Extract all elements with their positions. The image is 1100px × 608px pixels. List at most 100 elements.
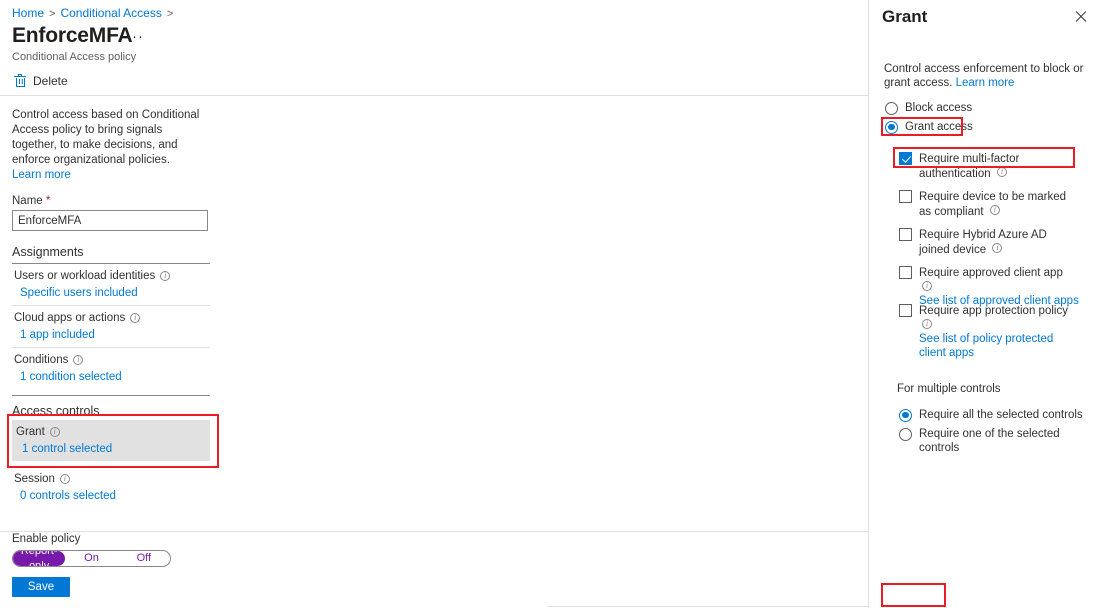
close-icon[interactable] (1074, 9, 1088, 23)
page-subtitle: Conditional Access policy (12, 51, 137, 63)
policy-main-area: Home > Conditional Access > EnforceMFA ··· … (0, 0, 868, 608)
assignment-title: Users or workload identities (14, 270, 210, 282)
checkbox-row-hybrid-aad-joined[interactable]: Require Hybrid Azure AD joined device (899, 227, 1079, 257)
info-icon[interactable] (130, 312, 141, 324)
access-control-value[interactable]: 1 control selected (22, 443, 210, 455)
delete-button[interactable]: Delete (12, 73, 70, 89)
breadcrumb-separator: > (49, 8, 56, 20)
policy-form-column: Control access based on Conditional Acce… (12, 108, 210, 508)
access-control-title: Grant (16, 426, 210, 438)
assignment-title: Cloud apps or actions (14, 312, 210, 324)
footer-divider (0, 531, 868, 532)
assignment-row-users[interactable]: Users or workload identities Specific us… (12, 264, 210, 305)
checkbox-row-require-mfa[interactable]: Require multi-factor authentication (899, 151, 1079, 181)
info-icon[interactable] (989, 204, 1000, 216)
checkbox-app-protection-policy[interactable] (899, 303, 912, 317)
access-control-row-grant[interactable]: Grant 1 control selected (12, 420, 210, 461)
panel-learn-more-link[interactable]: Learn more (956, 77, 1015, 89)
checkbox-text-approved-client-app: Require approved client app See list of … (919, 265, 1079, 308)
assignment-value[interactable]: Specific users included (20, 287, 210, 299)
panel-description: Control access enforcement to block or g… (884, 62, 1084, 90)
assignment-value[interactable]: 1 condition selected (20, 371, 210, 383)
info-icon[interactable] (922, 280, 932, 292)
breadcrumb-link-conditional-access[interactable]: Conditional Access (60, 6, 161, 20)
access-control-label: Session (14, 473, 55, 485)
radio-row-grant-access[interactable]: Grant access (885, 120, 973, 134)
radio-label-grant-access: Grant access (905, 121, 973, 133)
checkbox-label-app-protection-policy: Require app protection policy (919, 305, 1068, 317)
delete-button-label: Delete (33, 74, 68, 88)
link-policy-protected-client-apps[interactable]: See list of policy protected client apps (919, 332, 1079, 360)
name-field-label: Name * (12, 195, 210, 207)
assignment-row-conditions[interactable]: Conditions 1 condition selected (12, 348, 210, 389)
checkbox-row-device-compliant[interactable]: Require device to be marked as compliant (899, 189, 1079, 219)
assignment-title: Conditions (14, 354, 210, 366)
radio-require-all-controls[interactable] (899, 408, 912, 422)
toggle-option-report-only[interactable]: Report-only (13, 551, 66, 566)
checkbox-text-app-protection-policy: Require app protection policy See list o… (919, 303, 1079, 360)
checkbox-text-hybrid-aad-joined: Require Hybrid Azure AD joined device (919, 227, 1079, 257)
radio-label-block-access: Block access (905, 102, 973, 114)
access-control-row-session[interactable]: Session 0 controls selected (12, 467, 210, 508)
checkbox-label-approved-client-app: Require approved client app (919, 267, 1063, 279)
info-icon[interactable] (996, 166, 1007, 178)
info-icon[interactable] (922, 318, 932, 330)
info-icon[interactable] (73, 354, 84, 366)
toggle-option-off[interactable]: Off (118, 551, 170, 566)
checkbox-text-device-compliant: Require device to be marked as compliant (919, 189, 1079, 219)
name-label-text: Name (12, 195, 43, 207)
access-control-value[interactable]: 0 controls selected (20, 490, 210, 502)
enable-policy-label: Enable policy (12, 533, 81, 545)
info-icon[interactable] (49, 426, 60, 438)
radio-label-require-all-controls: Require all the selected controls (919, 409, 1083, 421)
access-control-label: Grant (16, 426, 45, 438)
checkbox-row-app-protection-policy[interactable]: Require app protection policy See list o… (899, 303, 1079, 360)
radio-row-block-access[interactable]: Block access (885, 101, 972, 115)
info-icon[interactable] (59, 473, 70, 485)
policy-name-input[interactable] (12, 210, 208, 231)
trash-icon (14, 73, 26, 88)
page-title: EnforceMFA (12, 24, 133, 47)
toggle-option-on[interactable]: On (65, 551, 117, 566)
radio-require-one-control[interactable] (899, 427, 912, 441)
checkbox-row-approved-client-app[interactable]: Require approved client app See list of … (899, 265, 1079, 308)
intro-text: Control access based on Conditional Acce… (12, 109, 200, 166)
access-controls-header: Access controls (12, 404, 100, 418)
checkbox-hybrid-aad-joined[interactable] (899, 227, 912, 241)
enable-policy-block: Enable policy Report-only On Off Save (12, 533, 171, 597)
radio-block-access[interactable] (885, 101, 898, 115)
radio-grant-access[interactable] (885, 120, 898, 134)
assignment-row-cloud-apps[interactable]: Cloud apps or actions 1 app included (12, 306, 210, 347)
breadcrumb-separator-trailing: > (166, 8, 174, 20)
breadcrumb: Home > Conditional Access > (12, 6, 178, 21)
info-icon[interactable] (160, 270, 171, 282)
more-options-button[interactable]: ··· (126, 28, 144, 46)
assignment-label: Cloud apps or actions (14, 312, 126, 324)
panel-title: Grant (882, 7, 928, 26)
bottom-edge-divider (548, 606, 868, 607)
breadcrumb-link-home[interactable]: Home (12, 6, 44, 20)
checkbox-label-hybrid-aad-joined: Require Hybrid Azure AD joined device (919, 229, 1047, 256)
radio-row-require-one[interactable]: Require one of the selected controls (899, 427, 1100, 455)
save-button[interactable]: Save (12, 577, 70, 597)
command-bar: Delete (12, 71, 70, 91)
learn-more-link[interactable]: Learn more (12, 169, 71, 181)
checkbox-text-require-mfa: Require multi-factor authentication (919, 151, 1079, 181)
radio-label-require-one-control: Require one of the selected controls (919, 428, 1060, 454)
assignment-value[interactable]: 1 app included (20, 329, 210, 341)
access-controls-top-divider (12, 395, 210, 396)
intro-description: Control access based on Conditional Acce… (12, 108, 208, 183)
command-bar-divider (0, 95, 868, 96)
info-icon[interactable] (992, 242, 1003, 254)
assignment-label: Conditions (14, 354, 69, 366)
assignment-label: Users or workload identities (14, 270, 156, 282)
multiple-controls-header: For multiple controls (897, 383, 1001, 395)
required-marker: * (45, 195, 51, 207)
checkbox-approved-client-app[interactable] (899, 265, 912, 279)
checkbox-device-compliant[interactable] (899, 189, 912, 203)
assignments-header: Assignments (12, 245, 84, 259)
enable-policy-toggle[interactable]: Report-only On Off (12, 550, 171, 567)
access-control-title: Session (14, 473, 210, 485)
radio-row-require-all[interactable]: Require all the selected controls (899, 408, 1083, 422)
checkbox-require-mfa[interactable] (899, 151, 912, 165)
